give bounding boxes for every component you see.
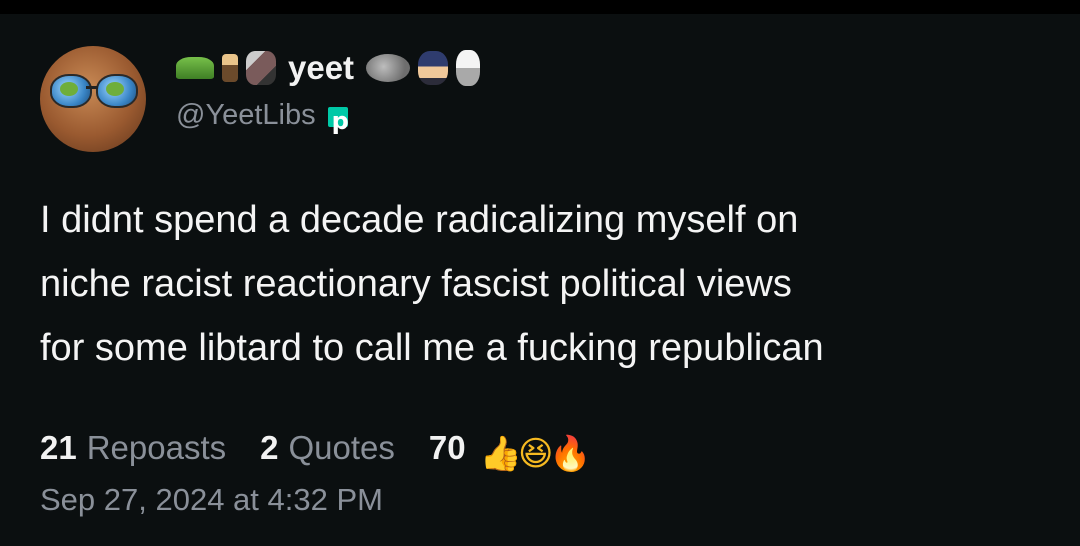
badge-letter: p xyxy=(331,107,349,135)
repoasts-label: Repoasts xyxy=(86,429,227,466)
frog-emoji-icon xyxy=(176,57,214,79)
p-badge-icon: p xyxy=(327,107,354,135)
pepe-reflection-left xyxy=(60,82,78,96)
repoasts-stat[interactable]: 21 Repoasts xyxy=(40,429,226,467)
display-name[interactable]: yeet xyxy=(288,49,354,87)
engagement-stats: 21 Repoasts 2 Quotes 70 👍 😆 🔥 xyxy=(40,428,592,474)
display-name-row[interactable]: yeet xyxy=(176,48,481,88)
user-handle[interactable]: @YeetLibs xyxy=(176,99,316,132)
reaction-icons: 👍 😆 🔥 xyxy=(479,434,592,474)
laughing-face-icon: 😆 xyxy=(517,434,554,474)
pepe-reflection-right xyxy=(106,82,124,96)
fire-icon: 🔥 xyxy=(549,434,592,474)
sunglasses-bridge xyxy=(86,86,98,89)
quotes-label: Quotes xyxy=(288,429,395,466)
post-timestamp[interactable]: Sep 27, 2024 at 4:32 PM xyxy=(40,482,383,518)
post-card: yeet @YeetLibs p I didnt spend a decade … xyxy=(0,14,1080,546)
handle-row: @YeetLibs p xyxy=(176,98,354,135)
dancing-emoji-icon xyxy=(246,51,276,85)
reactions-stat[interactable]: 70 👍 😆 🔥 xyxy=(428,428,592,474)
post-text: I didnt spend a decade radicalizing myse… xyxy=(40,199,824,369)
maid-emoji-icon xyxy=(456,50,481,86)
repoasts-count: 21 xyxy=(40,429,77,466)
reactions-count: 70 xyxy=(428,429,466,466)
avatar[interactable] xyxy=(40,46,146,152)
seal-emoji-icon xyxy=(366,54,411,82)
mini-figure-emoji-icon xyxy=(222,54,238,82)
thumbs-up-icon: 👍 xyxy=(479,434,522,474)
anime-girl-emoji-icon xyxy=(418,51,449,85)
quotes-stat[interactable]: 2 Quotes xyxy=(260,429,395,467)
quotes-count: 2 xyxy=(260,429,279,466)
